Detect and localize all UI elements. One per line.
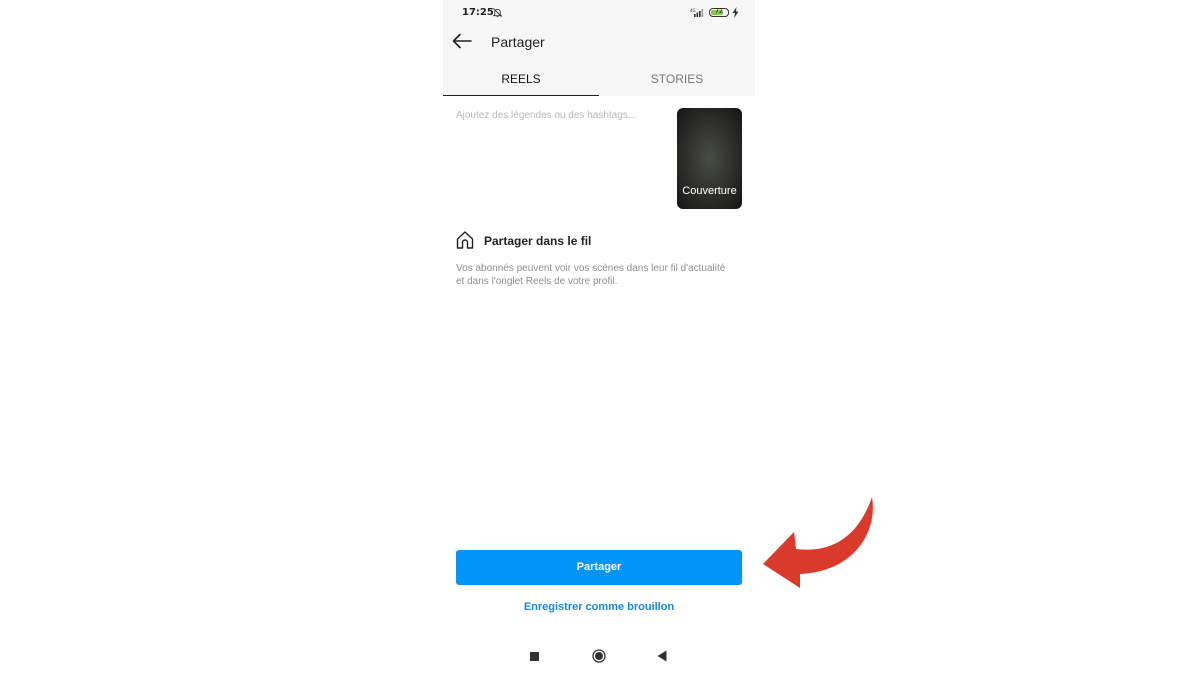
charging-icon [732, 7, 739, 18]
page-title: Partager [491, 34, 545, 50]
signal-icon: 4G [690, 8, 704, 17]
home-icon [456, 231, 474, 249]
status-time: 17:25 [462, 7, 494, 18]
circle-home-icon[interactable] [592, 649, 606, 663]
save-draft-link[interactable]: Enregistrer comme brouillon [456, 601, 742, 613]
system-nav-bar [443, 640, 755, 674]
tab-reels[interactable]: REELS [443, 72, 599, 96]
share-to-feed-title: Partager dans le fil [484, 234, 592, 248]
square-recents-icon[interactable] [530, 652, 539, 661]
bell-muted-icon [492, 8, 503, 18]
tab-stories[interactable]: STORIES [599, 72, 755, 95]
top-header: Partager REELS STORIES [443, 24, 755, 96]
share-to-feed-row[interactable]: Partager dans le fil [455, 230, 745, 252]
battery-icon: 72 [709, 8, 729, 17]
cover-thumbnail[interactable]: Couverture [677, 108, 742, 209]
arrow-left-icon[interactable] [451, 30, 473, 52]
status-bar: 17:25 4G 72 [443, 0, 755, 24]
battery-level: 72 [715, 8, 723, 15]
page: 17:25 4G 72 Partager REELS STORIES Ajout… [0, 0, 1200, 675]
svg-text:4G: 4G [690, 8, 696, 13]
share-button[interactable]: Partager [456, 550, 742, 585]
annotation-arrow-icon [763, 497, 873, 588]
phone-screen: 17:25 4G 72 Partager REELS STORIES Ajout… [443, 0, 755, 675]
caption-input[interactable]: Ajoutez des légendes ou des hashtags... [456, 110, 666, 121]
share-to-feed-description: Vos abonnés peuvent voir vos scènes dans… [456, 263, 726, 287]
triangle-back-icon[interactable] [657, 650, 667, 662]
cover-label: Couverture [682, 185, 737, 197]
